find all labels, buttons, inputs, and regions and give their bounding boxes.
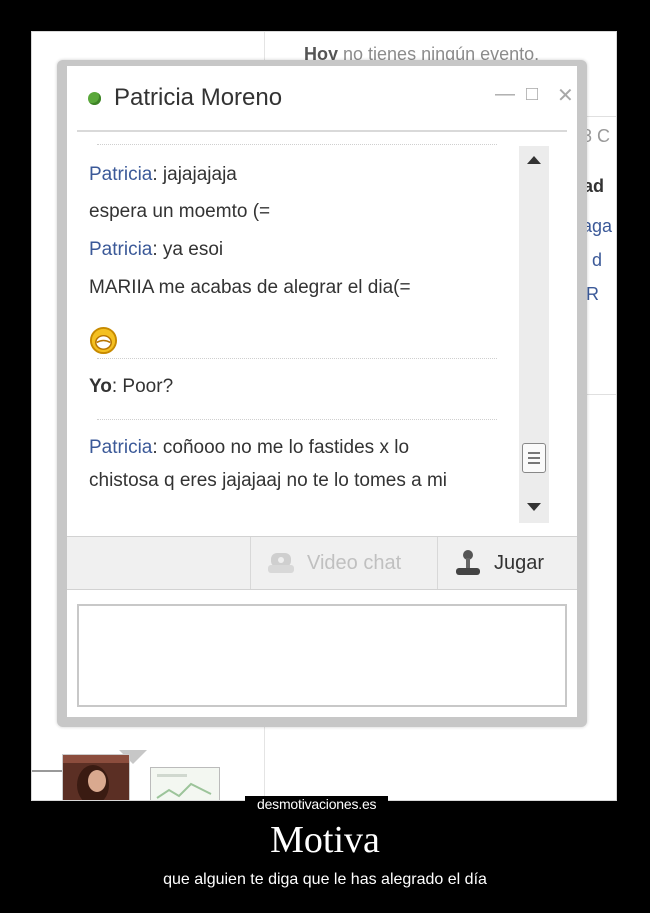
chat-toolbar: Video chat Jugar bbox=[67, 536, 577, 590]
message-sender: Yo bbox=[89, 376, 112, 397]
poster-subtitle: que alguien te diga que le has alegrado … bbox=[163, 871, 487, 888]
message-text: : coñooo no me lo fastides x lo bbox=[152, 437, 410, 458]
minimize-button[interactable]: — bbox=[495, 83, 515, 106]
video-camera-icon bbox=[268, 553, 294, 573]
message-sender[interactable]: Patricia bbox=[89, 437, 152, 458]
message-line: espera un moemto (= bbox=[89, 201, 270, 223]
scroll-up-arrow-icon[interactable] bbox=[527, 156, 541, 164]
video-chat-button[interactable]: Video chat bbox=[265, 537, 401, 589]
thumbnail-image-icon bbox=[151, 768, 219, 800]
message-text: chistosa q eres jajajaaj no te lo tomes … bbox=[89, 470, 448, 491]
site-watermark: desmotivaciones.es bbox=[245, 796, 389, 812]
chat-window-body: Patricia Moreno — □ ✕ Patricia: jajajaja… bbox=[67, 66, 577, 717]
chat-contact-name[interactable]: Patricia Moreno bbox=[114, 84, 282, 112]
message-list: Patricia: jajajajaja espera un moemto (=… bbox=[77, 144, 512, 504]
scroll-down-arrow-icon[interactable] bbox=[527, 503, 541, 511]
message-scrollbar[interactable] bbox=[519, 146, 549, 523]
grip-line bbox=[528, 452, 540, 454]
header-divider bbox=[77, 130, 567, 132]
page-thumbnail[interactable] bbox=[150, 767, 220, 800]
grip-line bbox=[528, 457, 540, 459]
message-line: Patricia: coñooo no me lo fastides x lo bbox=[89, 437, 409, 459]
message-divider bbox=[97, 358, 497, 359]
message-divider bbox=[97, 144, 497, 145]
message-line: Patricia: ya esoi bbox=[89, 239, 223, 261]
message-text: : jajajajaja bbox=[152, 164, 237, 185]
message-input[interactable] bbox=[79, 606, 569, 709]
message-line: Yo: Poor? bbox=[89, 376, 173, 398]
grin-emoticon-icon bbox=[89, 326, 118, 355]
close-button[interactable]: ✕ bbox=[557, 83, 574, 108]
contact-avatar-thumbnail[interactable] bbox=[62, 754, 130, 800]
screenshot-frame: Hoy no tienes ningún evento. 18 C dad na… bbox=[31, 31, 617, 801]
toolbar-separator bbox=[250, 537, 251, 589]
message-text: espera un moemto (= bbox=[89, 201, 271, 222]
message-sender[interactable]: Patricia bbox=[89, 239, 152, 260]
toolbar-separator bbox=[437, 537, 438, 589]
scrollbar-thumb[interactable] bbox=[522, 443, 546, 473]
message-line: Patricia: jajajajaja bbox=[89, 164, 237, 186]
message-text: : ya esoi bbox=[152, 239, 224, 260]
grip-line bbox=[528, 462, 540, 464]
poster: Hoy no tienes ningún evento. 18 C dad na… bbox=[0, 0, 650, 913]
chat-bar-divider bbox=[32, 770, 62, 772]
chat-window: Patricia Moreno — □ ✕ Patricia: jajajaja… bbox=[57, 60, 587, 764]
play-game-label: Jugar bbox=[494, 551, 545, 574]
chat-header[interactable]: Patricia Moreno — □ ✕ bbox=[67, 66, 577, 128]
poster-title: Motiva bbox=[270, 819, 380, 861]
avatar-photo-icon bbox=[63, 755, 129, 800]
message-line: MARIIA me acabas de alegrar el dia(= bbox=[89, 277, 411, 299]
online-status-icon bbox=[88, 92, 101, 105]
message-sender[interactable]: Patricia bbox=[89, 164, 152, 185]
video-chat-label: Video chat bbox=[307, 551, 402, 574]
popout-button[interactable]: □ bbox=[526, 83, 538, 106]
message-divider bbox=[97, 419, 497, 420]
message-text: MARIIA me acabas de alegrar el dia(= bbox=[89, 277, 411, 298]
message-line: chistosa q eres jajajaaj no te lo tomes … bbox=[89, 470, 447, 492]
message-input-box[interactable] bbox=[77, 604, 569, 709]
play-game-button[interactable]: Jugar bbox=[452, 537, 544, 589]
joystick-icon bbox=[456, 550, 480, 575]
message-text: : Poor? bbox=[111, 376, 174, 397]
